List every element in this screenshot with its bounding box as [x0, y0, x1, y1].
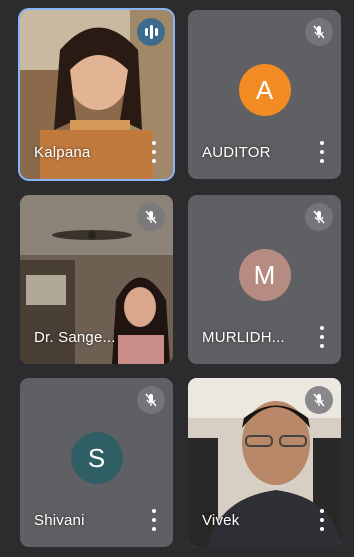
- audio-level-icon: [137, 18, 165, 46]
- mic-off-icon: [305, 386, 333, 414]
- participant-name: MURLIDH...: [202, 329, 285, 346]
- more-vert-icon[interactable]: [149, 141, 159, 163]
- participant-tile-auditor[interactable]: A AUDITOR: [188, 10, 341, 179]
- mic-off-icon: [137, 203, 165, 231]
- participant-name: Shivani: [34, 512, 85, 529]
- more-vert-icon[interactable]: [317, 326, 327, 348]
- participant-tile-vivek[interactable]: Vivek: [188, 378, 341, 547]
- mic-off-icon: [305, 203, 333, 231]
- participant-name: Dr. Sange...: [34, 329, 116, 346]
- participant-name: Vivek: [202, 512, 240, 529]
- more-vert-icon[interactable]: [317, 141, 327, 163]
- participant-name: Kalpana: [34, 144, 91, 161]
- participant-tile-kalpana[interactable]: Kalpana: [18, 8, 175, 181]
- mic-off-icon: [137, 386, 165, 414]
- more-vert-icon[interactable]: [317, 509, 327, 531]
- avatar-auditor: A: [238, 64, 291, 116]
- avatar-murlidhar: M: [238, 249, 291, 301]
- participant-tile-dr-sangeeta[interactable]: Dr. Sange...: [20, 195, 173, 364]
- participant-tile-shivani[interactable]: S Shivani: [20, 378, 173, 547]
- participant-tile-murlidhar[interactable]: M MURLIDH...: [188, 195, 341, 364]
- more-vert-icon[interactable]: [149, 509, 159, 531]
- avatar-shivani: S: [70, 432, 123, 484]
- mic-off-icon: [305, 18, 333, 46]
- participant-name: AUDITOR: [202, 144, 271, 161]
